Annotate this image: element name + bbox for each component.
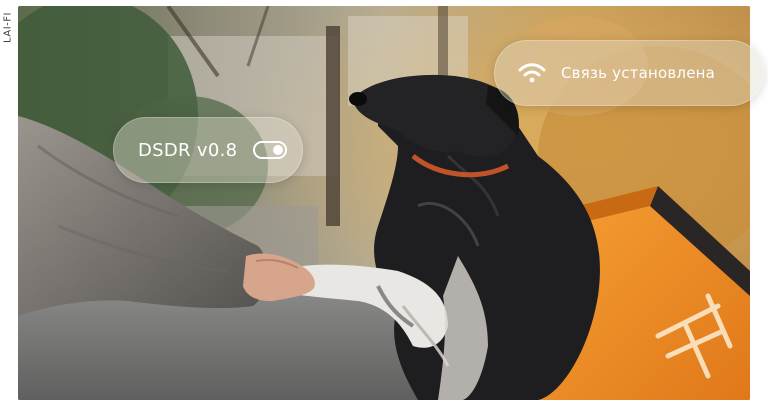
app-version-pill[interactable]: DSDR v0.8 <box>113 117 303 183</box>
connection-status-pill: Связь установлена <box>494 40 764 106</box>
side-tag-label: LAI-FI <box>2 12 14 43</box>
toggle-knob <box>273 145 284 155</box>
connection-status-label: Связь установлена <box>561 64 716 82</box>
toggle-icon[interactable] <box>253 141 288 159</box>
screen: LAI-FI DSDR v0.8 Связь установлена <box>0 0 768 406</box>
side-tag: LAI-FI <box>0 0 16 406</box>
app-version-label: DSDR v0.8 <box>138 139 238 161</box>
wifi-icon <box>518 63 546 83</box>
